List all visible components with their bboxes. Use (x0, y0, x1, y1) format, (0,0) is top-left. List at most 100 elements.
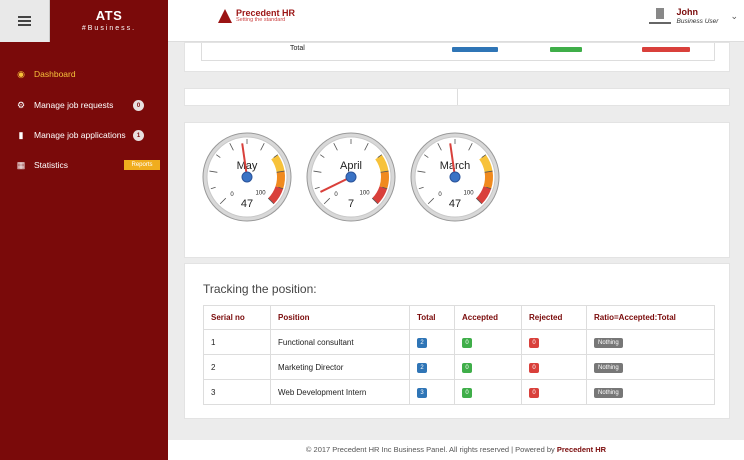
rejected-badge[interactable]: 0 (529, 337, 539, 348)
user-name: John (676, 7, 699, 17)
gauge-month-label: April (340, 160, 362, 172)
header-total: Total (409, 305, 455, 330)
user-role: Business User (676, 17, 719, 25)
building-icon (648, 8, 671, 25)
header-serial: Serial no (203, 305, 271, 330)
accepted-button[interactable] (550, 47, 582, 52)
cell-serial: 1 (203, 329, 271, 355)
chevron-down-icon[interactable]: ⌄ (730, 11, 738, 22)
ratio-badge: Nothing (594, 387, 623, 398)
cell-total: 2 (409, 329, 455, 355)
footer-link[interactable]: Precedent HR (557, 445, 606, 454)
cell-total: 2 (409, 354, 455, 380)
header-ratio: Ratio=Accepted:Total (586, 305, 715, 330)
sidebar-item-label: Manage job requests (34, 100, 114, 110)
cell-ratio: Nothing (586, 354, 715, 380)
gauge-hub (345, 171, 357, 183)
sidebar-item-label: Dashboard (34, 69, 76, 79)
ratio-badge: Nothing (594, 362, 623, 373)
bar-chart-icon: ▦ (16, 159, 26, 170)
header-accepted: Accepted (454, 305, 522, 330)
gauge-band-orange (275, 171, 285, 189)
reports-badge: Reports (124, 160, 160, 170)
dashboard-icon: ◉ (17, 68, 25, 79)
gauge-month-label: May (237, 160, 258, 172)
stats-strip (184, 88, 730, 106)
hamburger-icon (18, 16, 31, 26)
user-menu[interactable]: John Business User ⌄ (648, 7, 738, 25)
gauges-card: 0 100 May 47 0 100 April 7 0 100 March 47 (184, 122, 730, 258)
table-row: 3 Web Development Intern 3 0 0 Nothing (203, 379, 715, 405)
table-row: 2 Marketing Director 2 0 0 Nothing (203, 354, 715, 380)
tracking-table: Serial no Position Total Accepted Reject… (203, 305, 715, 405)
gauge-value-label: 7 (348, 198, 354, 210)
summary-table: Total (201, 43, 715, 61)
sidebar-item-label: Statistics (34, 160, 69, 170)
cell-position: Marketing Director (270, 354, 410, 380)
sidebar-item-job-requests[interactable]: ⚙ Manage job requests 0 (0, 95, 168, 115)
table-header-row: Serial no Position Total Accepted Reject… (203, 305, 715, 330)
table-row: 1 Functional consultant 2 0 0 Nothing (203, 329, 715, 355)
rejected-badge[interactable]: 0 (529, 387, 539, 398)
gauge-value-label: 47 (449, 198, 461, 210)
brand-title: ATS (95, 8, 123, 23)
total-label: Total (290, 45, 305, 52)
cell-accepted: 0 (454, 379, 522, 405)
company-logo[interactable]: Precedent HR Setting the standard (218, 9, 295, 24)
gauge-value-label: 47 (241, 198, 253, 210)
cell-position: Web Development Intern (270, 379, 410, 405)
cell-serial: 3 (203, 379, 271, 405)
gauge-hub (449, 171, 461, 183)
gauge-april: 0 100April7 (306, 132, 396, 222)
footer-text: © 2017 Precedent HR Inc Business Panel. … (305, 445, 555, 454)
total-badge[interactable]: 3 (417, 387, 427, 398)
accepted-badge[interactable]: 0 (462, 337, 472, 348)
gauge-max-label: 100 (360, 191, 371, 197)
total-badge[interactable]: 2 (417, 337, 427, 348)
sidebar-item-label: Manage job applications (34, 130, 126, 140)
gauge-march: 0 100March47 (410, 132, 500, 222)
menu-toggle-button[interactable] (0, 0, 50, 42)
count-badge: 1 (133, 130, 144, 141)
gauge-may: 0 100May47 (202, 132, 292, 222)
brand[interactable]: ATS #Business. (50, 0, 168, 42)
cell-position: Functional consultant (270, 329, 410, 355)
gauge-max-label: 100 (256, 191, 267, 197)
accepted-badge[interactable]: 0 (462, 362, 472, 373)
gauge-band-orange (379, 171, 389, 189)
sidebar-item-statistics[interactable]: ▦ Statistics Reports (0, 155, 168, 175)
ratio-badge: Nothing (594, 337, 623, 348)
book-icon: ▮ (18, 129, 24, 140)
cell-accepted: 0 (454, 329, 522, 355)
footer: © 2017 Precedent HR Inc Business Panel. … (168, 440, 744, 460)
cell-rejected: 0 (521, 354, 587, 380)
header-position: Position (270, 305, 410, 330)
cell-rejected: 0 (521, 329, 587, 355)
sidebar-item-dashboard[interactable]: ◉ Dashboard (0, 64, 168, 84)
gauge-max-label: 100 (464, 191, 475, 197)
sidebar-item-job-applications[interactable]: ▮ Manage job applications 1 (0, 125, 168, 145)
total-button[interactable] (452, 47, 498, 52)
total-badge[interactable]: 2 (417, 362, 427, 373)
top-header: Precedent HR Setting the standard John B… (168, 0, 744, 42)
brand-subtitle: #Business. (81, 25, 137, 32)
rejected-button[interactable] (642, 47, 690, 52)
gauge-band-orange (483, 171, 493, 189)
gears-icon: ⚙ (16, 99, 26, 110)
header-rejected: Rejected (521, 305, 587, 330)
count-badge: 0 (133, 100, 144, 111)
cell-serial: 2 (203, 354, 271, 380)
cell-ratio: Nothing (586, 379, 715, 405)
cell-rejected: 0 (521, 379, 587, 405)
gauge-hub (241, 171, 253, 183)
tracking-card: Tracking the position: Serial no Positio… (184, 263, 730, 419)
logo-icon (218, 9, 232, 24)
rejected-badge[interactable]: 0 (529, 362, 539, 373)
divider (457, 89, 458, 105)
cell-ratio: Nothing (586, 329, 715, 355)
tracking-title: Tracking the position: (203, 282, 317, 296)
accepted-badge[interactable]: 0 (462, 387, 472, 398)
app-frame: ATS #Business. Precedent HR Setting the … (0, 0, 744, 460)
cell-total: 3 (409, 379, 455, 405)
cell-accepted: 0 (454, 354, 522, 380)
